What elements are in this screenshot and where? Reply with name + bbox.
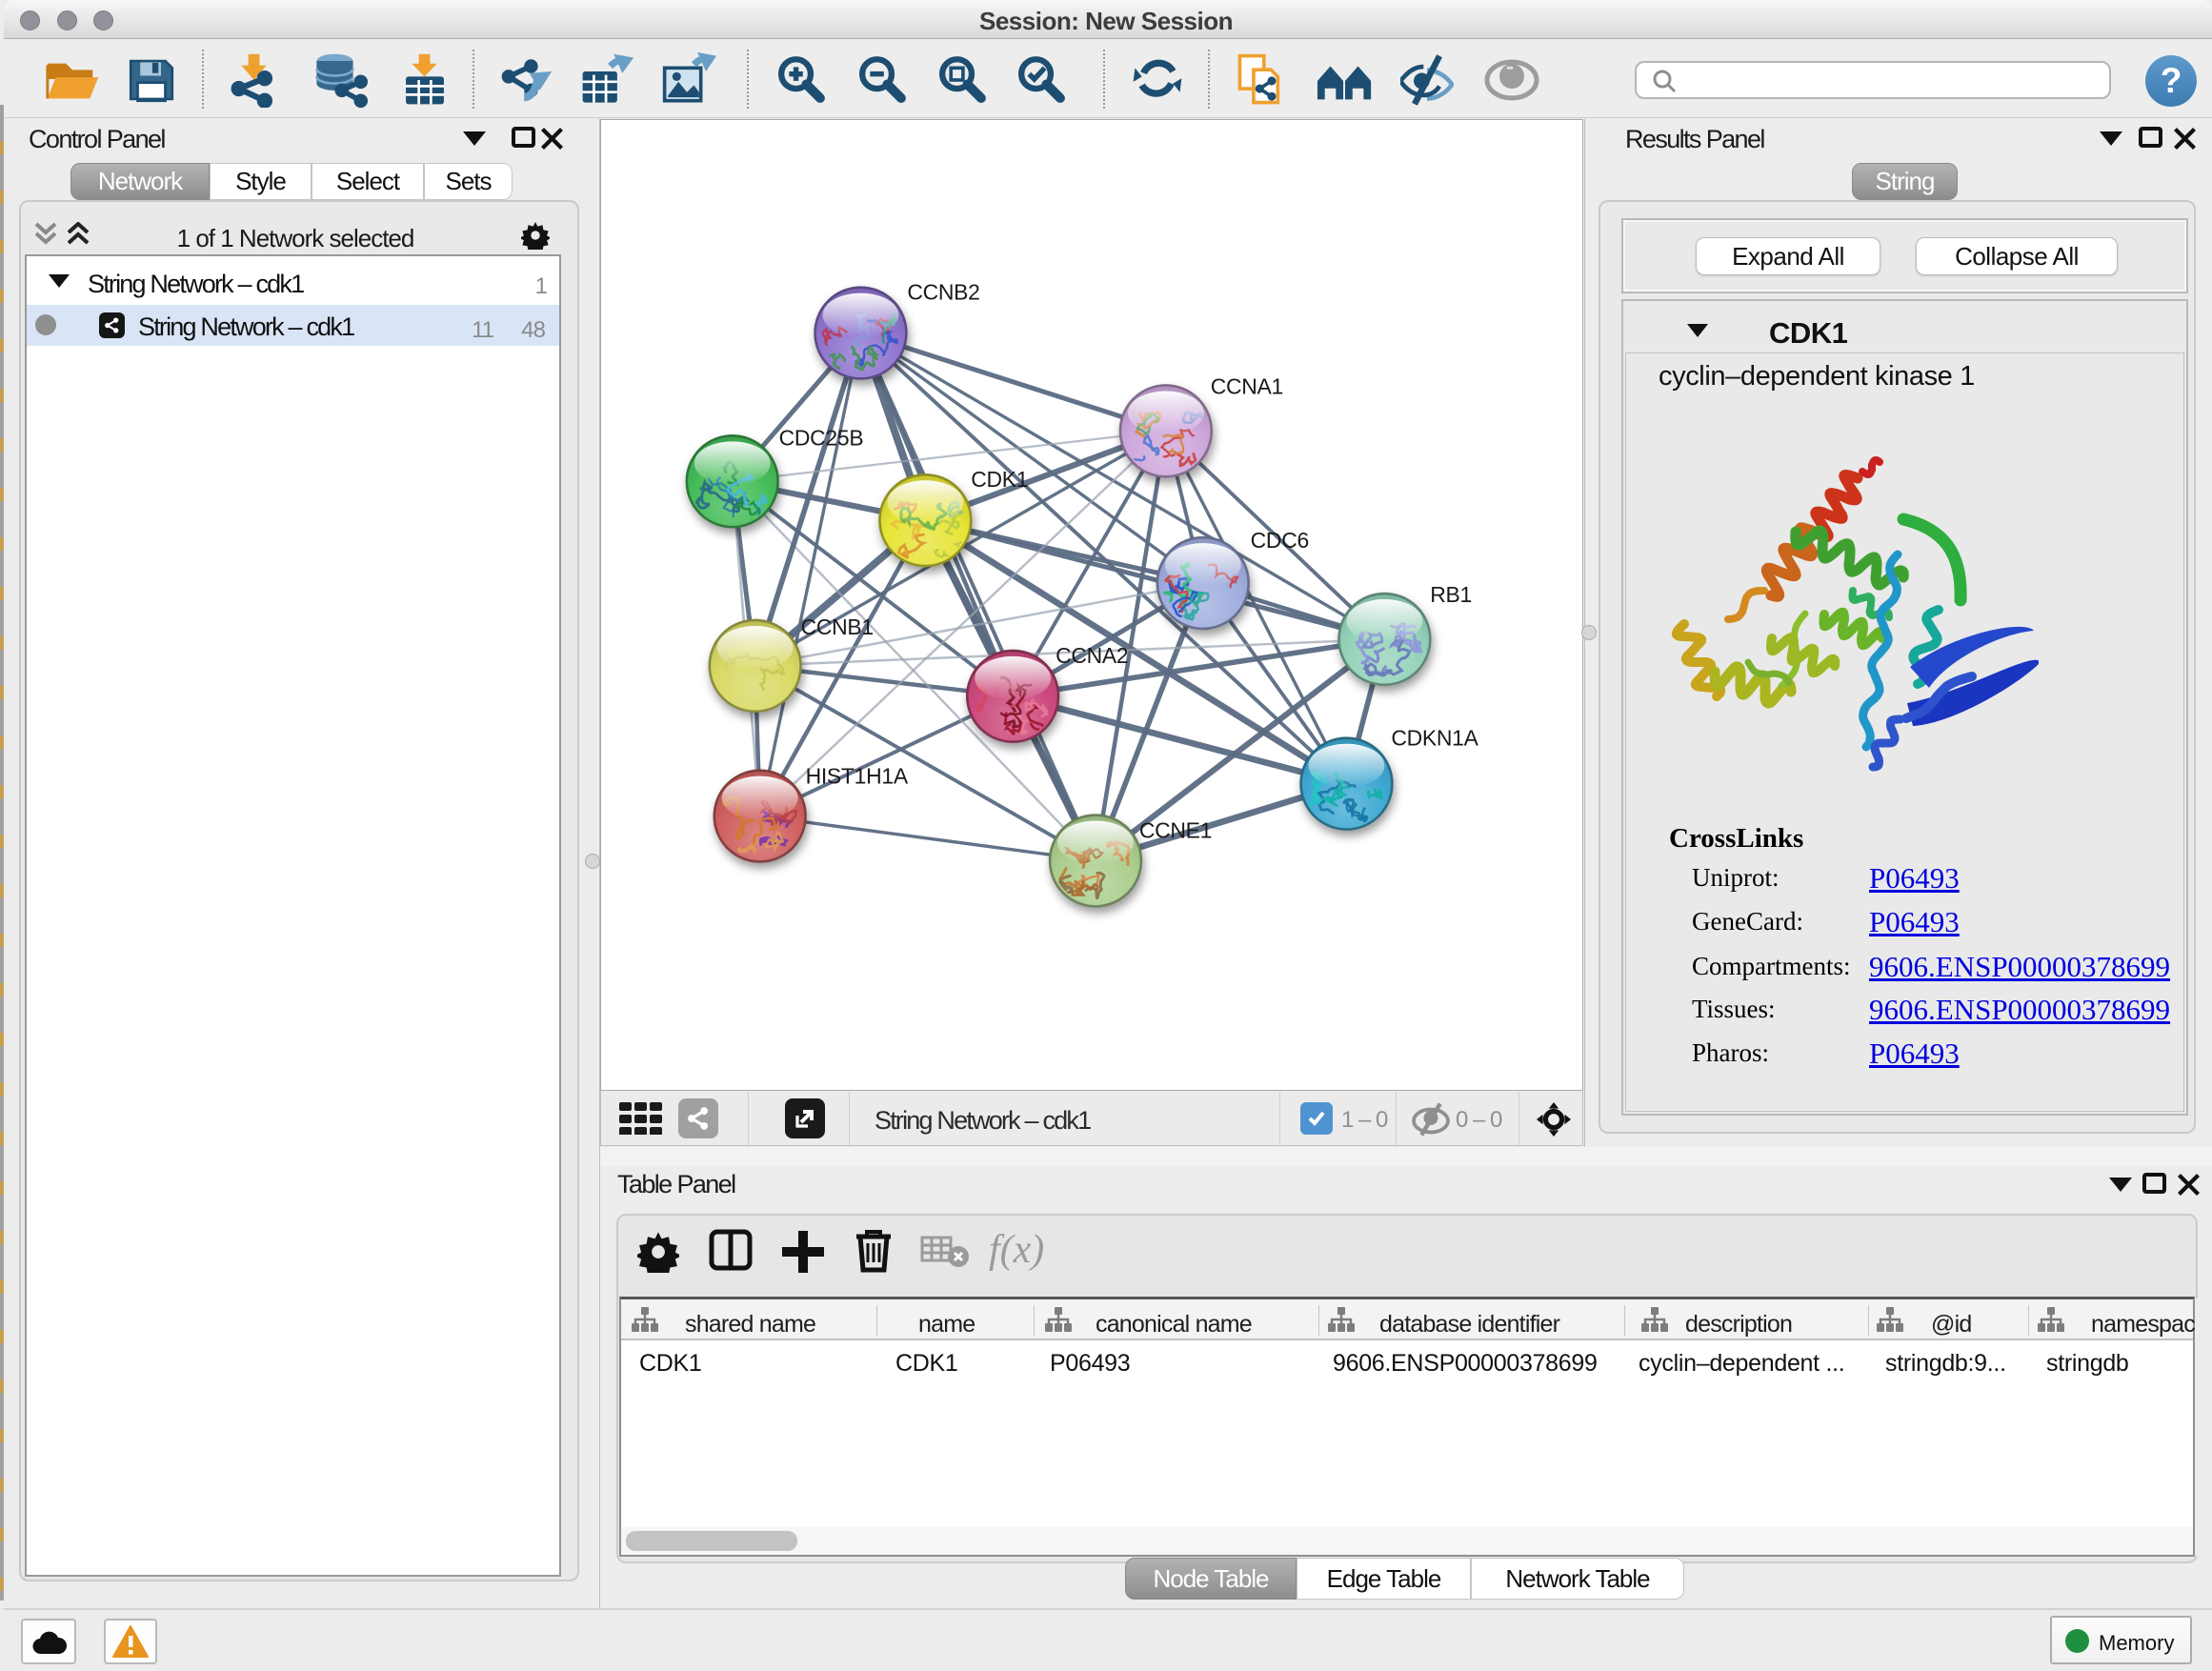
svg-text:CCNB2: CCNB2 [907, 280, 979, 305]
svg-text:CDC25B: CDC25B [779, 425, 864, 450]
svg-text:RB1: RB1 [1430, 582, 1472, 607]
svg-text:HIST1H1A: HIST1H1A [806, 764, 909, 789]
svg-text:CCNB1: CCNB1 [801, 614, 874, 639]
svg-text:CDK1: CDK1 [971, 467, 1028, 492]
svg-text:CCNA2: CCNA2 [1056, 643, 1128, 668]
svg-text:CCNA1: CCNA1 [1211, 373, 1283, 398]
svg-text:CDC6: CDC6 [1251, 528, 1309, 553]
svg-text:CDKN1A: CDKN1A [1391, 726, 1478, 751]
svg-text:CCNE1: CCNE1 [1139, 818, 1212, 843]
